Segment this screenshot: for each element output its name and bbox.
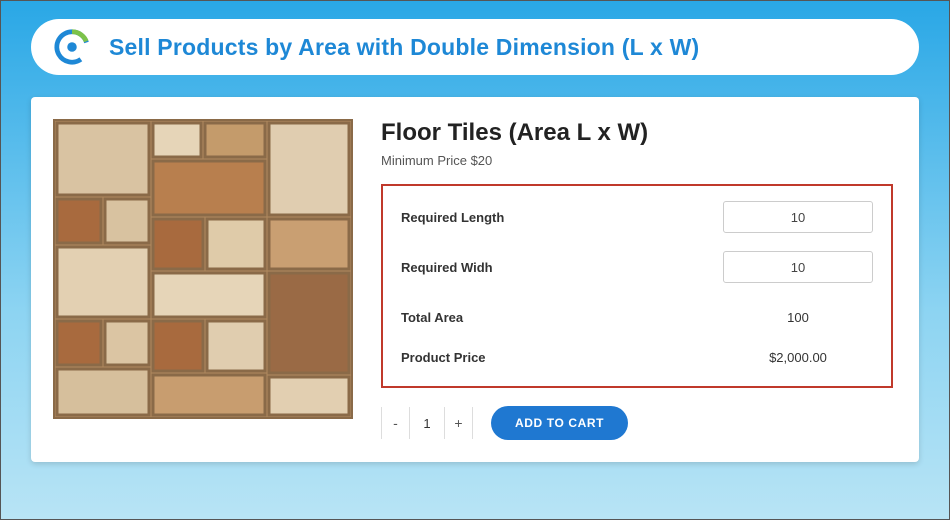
qty-minus-button[interactable]: -	[382, 407, 410, 439]
header-bar: Sell Products by Area with Double Dimens…	[31, 19, 919, 75]
total-area-label: Total Area	[401, 310, 463, 325]
area-calculator: Required Length Required Widh Total Area…	[381, 184, 893, 388]
width-input[interactable]	[723, 251, 873, 283]
quantity-stepper: - +	[381, 407, 473, 439]
total-area-value: 100	[723, 310, 873, 325]
product-price-value: $2,000.00	[723, 350, 873, 365]
product-title: Floor Tiles (Area L x W)	[381, 119, 893, 147]
product-image	[53, 119, 353, 419]
width-row: Required Widh	[401, 250, 873, 284]
add-to-cart-button[interactable]: ADD TO CART	[491, 406, 628, 440]
length-label: Required Length	[401, 210, 504, 225]
qty-input[interactable]	[410, 407, 444, 439]
width-label: Required Widh	[401, 260, 493, 275]
total-area-row: Total Area 100	[401, 300, 873, 334]
length-input[interactable]	[723, 201, 873, 233]
minimum-price-label: Minimum Price $20	[381, 153, 893, 168]
product-price-label: Product Price	[401, 350, 486, 365]
page-title: Sell Products by Area with Double Dimens…	[109, 34, 699, 61]
qty-plus-button[interactable]: +	[444, 407, 472, 439]
length-row: Required Length	[401, 200, 873, 234]
product-details: Floor Tiles (Area L x W) Minimum Price $…	[381, 119, 893, 440]
product-card: Floor Tiles (Area L x W) Minimum Price $…	[31, 97, 919, 462]
product-price-row: Product Price $2,000.00	[401, 340, 873, 374]
logo-icon	[53, 28, 91, 66]
actions-row: - + ADD TO CART	[381, 406, 893, 440]
